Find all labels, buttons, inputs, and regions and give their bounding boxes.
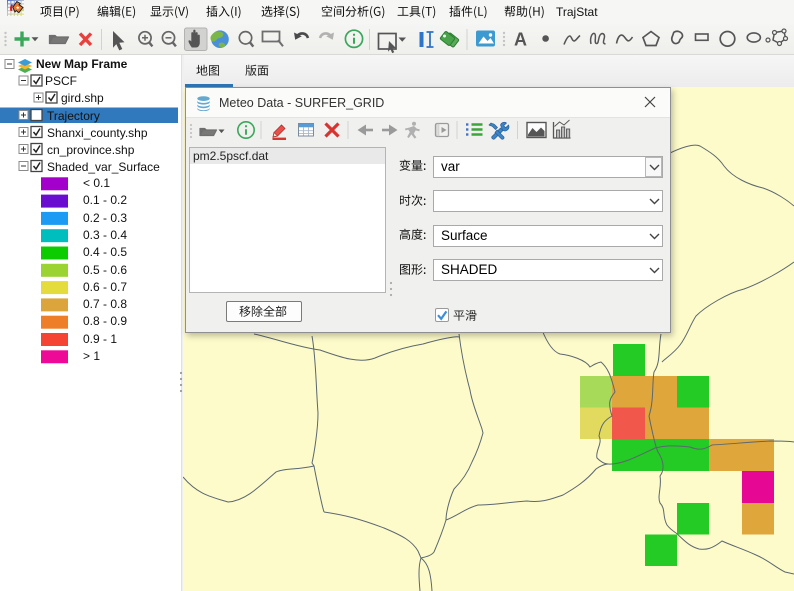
- svg-text:A: A: [514, 30, 527, 50]
